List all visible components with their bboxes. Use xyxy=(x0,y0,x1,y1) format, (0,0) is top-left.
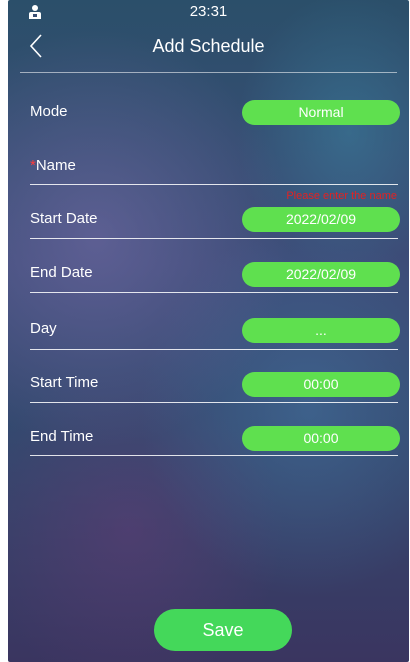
end-time-picker[interactable]: 00:00 xyxy=(242,426,400,451)
mode-select[interactable]: Normal xyxy=(242,100,400,125)
end-time-underline xyxy=(30,455,398,456)
start-time-row: Start Time 00:00 xyxy=(30,363,400,403)
start-date-underline xyxy=(30,238,398,239)
screen: 23:31 Add Schedule Mode Normal *Name Ple… xyxy=(8,0,409,662)
start-date-label: Start Date xyxy=(30,210,98,227)
end-time-row: End Time 00:00 xyxy=(30,416,400,456)
day-underline xyxy=(30,349,398,350)
start-time-picker[interactable]: 00:00 xyxy=(242,372,400,397)
end-date-picker[interactable]: 2022/02/09 xyxy=(242,262,400,287)
save-button[interactable]: Save xyxy=(154,609,292,651)
mode-label: Mode xyxy=(30,103,68,120)
start-time-underline xyxy=(30,402,398,403)
start-date-picker[interactable]: 2022/02/09 xyxy=(242,207,400,232)
name-input[interactable] xyxy=(100,145,398,181)
name-label-text: Name xyxy=(35,157,76,174)
end-date-row: End Date 2022/02/09 xyxy=(30,253,400,293)
status-bar: 23:31 xyxy=(8,0,409,24)
end-date-label: End Date xyxy=(30,264,93,281)
day-selector[interactable]: ... xyxy=(242,318,400,343)
end-time-label: End Time xyxy=(30,428,94,445)
day-row: Day ... xyxy=(30,310,400,350)
status-time: 23:31 xyxy=(189,3,228,20)
end-date-underline xyxy=(30,292,398,293)
name-label: *Name xyxy=(30,157,76,174)
name-underline xyxy=(30,184,398,185)
day-label: Day xyxy=(30,320,57,337)
header-divider xyxy=(20,72,397,73)
header: Add Schedule xyxy=(8,28,409,68)
start-date-row: Start Date 2022/02/09 xyxy=(30,199,400,239)
start-time-label: Start Time xyxy=(30,374,99,391)
page-title: Add Schedule xyxy=(152,36,265,56)
name-row: *Name xyxy=(30,145,398,185)
mode-row: Mode Normal xyxy=(30,92,400,132)
